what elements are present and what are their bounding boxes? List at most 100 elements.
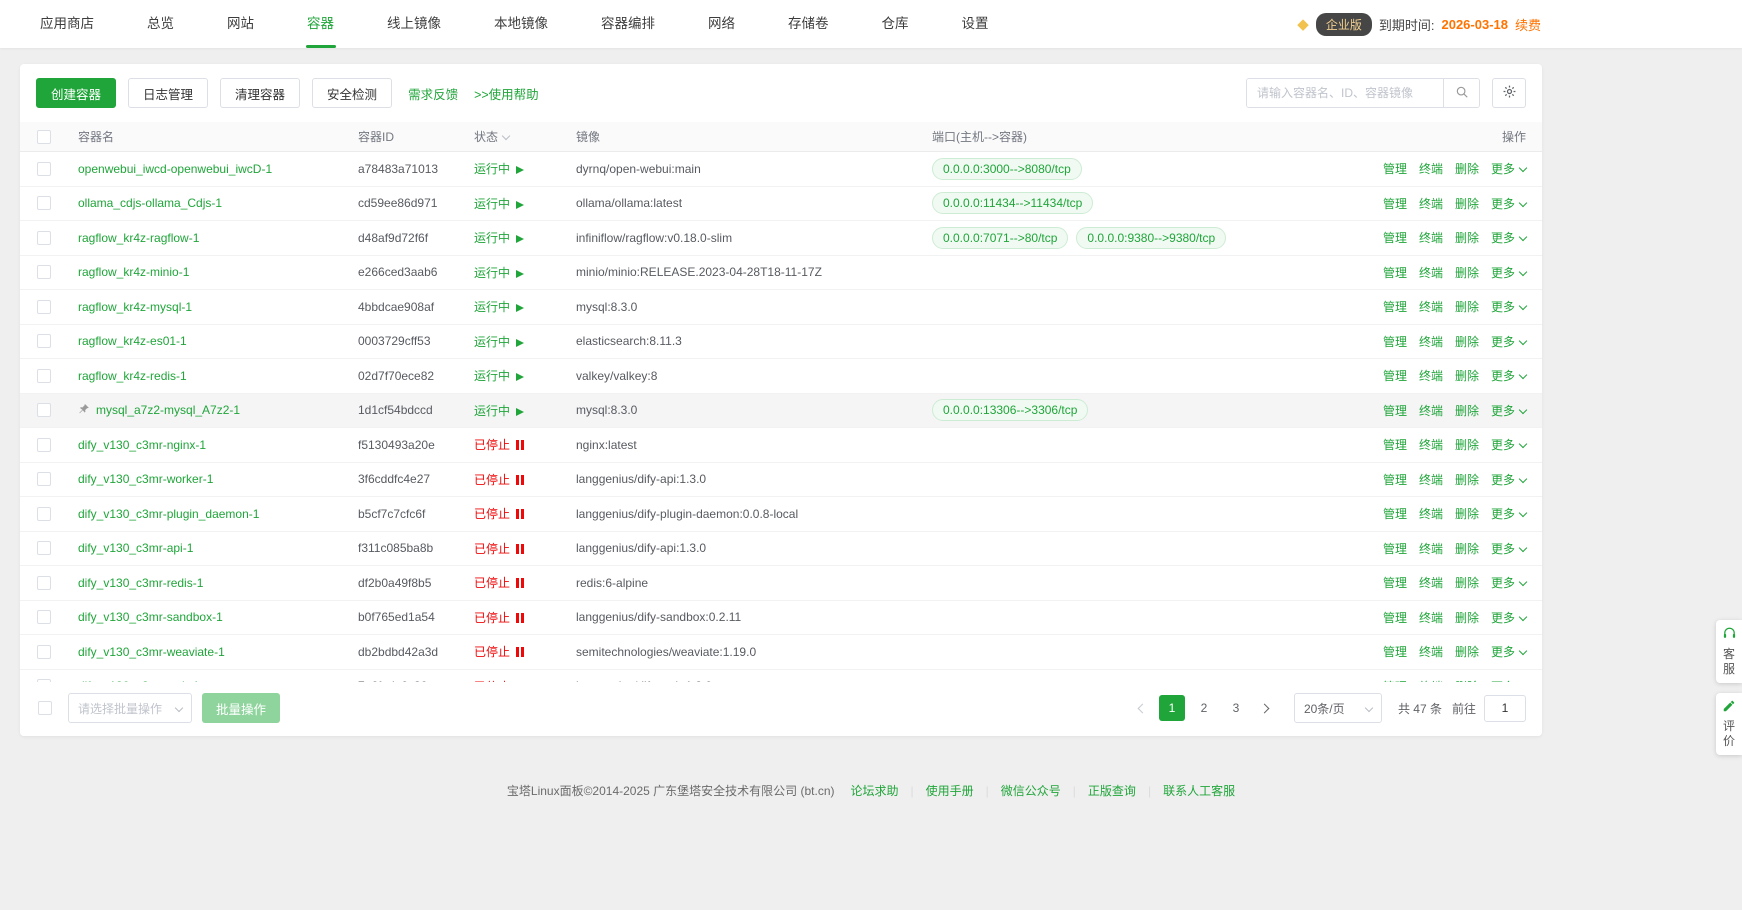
row-action-more[interactable]: 更多	[1491, 333, 1526, 350]
row-action-more[interactable]: 更多	[1491, 264, 1526, 281]
container-name-link[interactable]: dify_v130_c3mr-web-1	[78, 679, 199, 682]
footer-link-genuine[interactable]: 正版查询	[1088, 784, 1136, 798]
row-action-delete[interactable]: 删除	[1455, 505, 1479, 522]
batch-action-button[interactable]: 批量操作	[202, 693, 280, 723]
nav-item-container[interactable]: 容器	[295, 0, 346, 48]
row-action-terminal[interactable]: 终端	[1419, 678, 1443, 682]
nav-item-online-images[interactable]: 线上镜像	[375, 0, 453, 48]
row-action-delete[interactable]: 删除	[1455, 471, 1479, 488]
row-action-manage[interactable]: 管理	[1383, 678, 1407, 682]
row-action-more[interactable]: 更多	[1491, 229, 1526, 246]
row-action-delete[interactable]: 删除	[1455, 298, 1479, 315]
batch-action-select[interactable]: 请选择批量操作	[68, 693, 192, 723]
row-checkbox[interactable]	[37, 334, 51, 348]
footer-link-manual[interactable]: 使用手册	[926, 784, 974, 798]
col-header-status[interactable]: 状态	[464, 128, 566, 145]
search-input[interactable]	[1247, 79, 1443, 107]
row-action-more[interactable]: 更多	[1491, 367, 1526, 384]
nav-item-app-store[interactable]: 应用商店	[28, 0, 106, 48]
container-name-link[interactable]: dify_v130_c3mr-redis-1	[78, 576, 203, 590]
nav-item-website[interactable]: 网站	[215, 0, 266, 48]
row-action-delete[interactable]: 删除	[1455, 436, 1479, 453]
row-action-terminal[interactable]: 终端	[1419, 195, 1443, 212]
row-checkbox[interactable]	[37, 679, 51, 682]
row-action-delete[interactable]: 删除	[1455, 195, 1479, 212]
row-action-manage[interactable]: 管理	[1383, 333, 1407, 350]
prev-page-button[interactable]	[1130, 695, 1156, 721]
row-action-terminal[interactable]: 终端	[1419, 333, 1443, 350]
row-checkbox[interactable]	[37, 438, 51, 452]
row-action-more[interactable]: 更多	[1491, 574, 1526, 591]
row-action-terminal[interactable]: 终端	[1419, 298, 1443, 315]
row-action-terminal[interactable]: 终端	[1419, 574, 1443, 591]
container-name-link[interactable]: dify_v130_c3mr-plugin_daemon-1	[78, 507, 259, 521]
row-action-more[interactable]: 更多	[1491, 402, 1526, 419]
customer-service-widget[interactable]: 客服	[1716, 620, 1742, 683]
row-action-terminal[interactable]: 终端	[1419, 540, 1443, 557]
row-action-terminal[interactable]: 终端	[1419, 160, 1443, 177]
footer-link-support[interactable]: 联系人工客服	[1163, 784, 1235, 798]
row-action-manage[interactable]: 管理	[1383, 609, 1407, 626]
row-action-delete[interactable]: 删除	[1455, 540, 1479, 557]
next-page-button[interactable]	[1252, 695, 1278, 721]
container-name-link[interactable]: dify_v130_c3mr-nginx-1	[78, 438, 206, 452]
row-action-manage[interactable]: 管理	[1383, 643, 1407, 660]
row-checkbox[interactable]	[37, 541, 51, 555]
row-action-manage[interactable]: 管理	[1383, 436, 1407, 453]
row-checkbox[interactable]	[37, 300, 51, 314]
row-action-terminal[interactable]: 终端	[1419, 264, 1443, 281]
nav-item-local-images[interactable]: 本地镜像	[482, 0, 560, 48]
row-action-more[interactable]: 更多	[1491, 540, 1526, 557]
row-action-manage[interactable]: 管理	[1383, 229, 1407, 246]
review-widget[interactable]: 评价	[1716, 693, 1742, 755]
row-action-terminal[interactable]: 终端	[1419, 505, 1443, 522]
row-checkbox[interactable]	[37, 610, 51, 624]
nav-item-overview[interactable]: 总览	[135, 0, 186, 48]
batch-select-all-checkbox[interactable]	[38, 701, 52, 715]
row-action-more[interactable]: 更多	[1491, 609, 1526, 626]
footer-link-wechat[interactable]: 微信公众号	[1001, 784, 1061, 798]
row-action-manage[interactable]: 管理	[1383, 505, 1407, 522]
row-action-delete[interactable]: 删除	[1455, 229, 1479, 246]
row-action-manage[interactable]: 管理	[1383, 402, 1407, 419]
container-name-link[interactable]: ragflow_kr4z-mysql-1	[78, 300, 192, 314]
row-action-manage[interactable]: 管理	[1383, 574, 1407, 591]
page-size-select[interactable]: 20条/页	[1294, 693, 1382, 723]
row-action-delete[interactable]: 删除	[1455, 402, 1479, 419]
row-action-more[interactable]: 更多	[1491, 505, 1526, 522]
row-checkbox[interactable]	[37, 472, 51, 486]
settings-button[interactable]	[1492, 78, 1526, 108]
row-action-terminal[interactable]: 终端	[1419, 367, 1443, 384]
row-action-more[interactable]: 更多	[1491, 298, 1526, 315]
create-container-button[interactable]: 创建容器	[36, 78, 116, 108]
help-link[interactable]: >>使用帮助	[474, 84, 539, 103]
row-action-delete[interactable]: 删除	[1455, 678, 1479, 682]
row-action-terminal[interactable]: 终端	[1419, 229, 1443, 246]
row-checkbox[interactable]	[37, 645, 51, 659]
row-checkbox[interactable]	[37, 576, 51, 590]
renew-link[interactable]: 续费	[1515, 15, 1541, 34]
row-action-more[interactable]: 更多	[1491, 471, 1526, 488]
row-checkbox[interactable]	[37, 265, 51, 279]
row-action-delete[interactable]: 删除	[1455, 574, 1479, 591]
row-action-more[interactable]: 更多	[1491, 195, 1526, 212]
row-action-terminal[interactable]: 终端	[1419, 609, 1443, 626]
container-name-link[interactable]: dify_v130_c3mr-api-1	[78, 541, 193, 555]
feedback-link[interactable]: 需求反馈	[408, 84, 458, 103]
security-check-button[interactable]: 安全检测	[312, 78, 392, 108]
row-action-terminal[interactable]: 终端	[1419, 471, 1443, 488]
row-action-manage[interactable]: 管理	[1383, 367, 1407, 384]
container-name-link[interactable]: dify_v130_c3mr-sandbox-1	[78, 610, 223, 624]
row-action-manage[interactable]: 管理	[1383, 471, 1407, 488]
goto-page-input[interactable]	[1484, 695, 1526, 722]
select-all-checkbox[interactable]	[37, 130, 51, 144]
nav-item-compose[interactable]: 容器编排	[589, 0, 667, 48]
row-action-delete[interactable]: 删除	[1455, 333, 1479, 350]
row-checkbox[interactable]	[37, 196, 51, 210]
container-name-link[interactable]: ollama_cdjs-ollama_Cdjs-1	[78, 196, 222, 210]
row-action-more[interactable]: 更多	[1491, 678, 1526, 682]
row-action-delete[interactable]: 删除	[1455, 160, 1479, 177]
nav-item-network[interactable]: 网络	[696, 0, 747, 48]
row-action-terminal[interactable]: 终端	[1419, 402, 1443, 419]
row-checkbox[interactable]	[37, 403, 51, 417]
